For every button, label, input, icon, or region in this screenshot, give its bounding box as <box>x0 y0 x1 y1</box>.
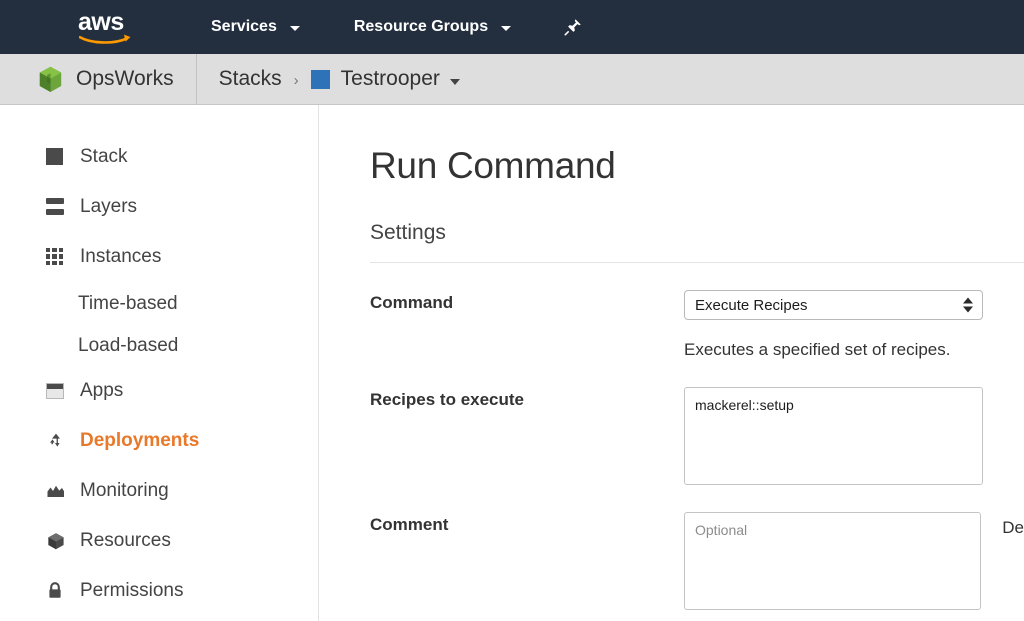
chevron-down-icon[interactable] <box>449 79 460 85</box>
sidebar-item-time-based[interactable]: Time-based <box>0 291 318 317</box>
command-select-value: Execute Recipes <box>695 296 808 314</box>
sidebar-item-resources[interactable]: Resources <box>0 525 318 556</box>
breadcrumb-item-stack-name[interactable]: Testrooper <box>341 67 440 91</box>
breadcrumb-opsworks-home[interactable]: OpsWorks <box>0 53 197 105</box>
sidebar-item-permissions-label: Permissions <box>80 579 184 601</box>
pushpin-glyph <box>564 19 581 36</box>
form-row-recipes: Recipes to execute mackerel::setup <box>370 387 1024 485</box>
mountain-glyph <box>47 485 64 497</box>
sidebar-item-monitoring[interactable]: Monitoring <box>0 475 318 506</box>
stack-color-swatch <box>310 69 330 89</box>
page-title: Run Command <box>370 145 616 186</box>
sidebar-item-layers[interactable]: Layers <box>0 191 318 222</box>
main-content: Run Command Settings Command Execute Rec… <box>319 105 1024 621</box>
command-description: Executes a specified set of recipes. <box>684 340 951 359</box>
breadcrumb-item-stacks[interactable]: Stacks <box>219 67 282 91</box>
chevron-down-icon <box>501 25 512 31</box>
sidebar-item-apps-label: Apps <box>80 379 124 401</box>
page-body: Stack Layers Instances Time-based Load-b… <box>0 105 1024 621</box>
sidebar-item-permissions[interactable]: Permissions <box>0 575 318 606</box>
comment-side-note: De <box>1002 518 1024 537</box>
branch-icon <box>46 430 68 452</box>
nav-item-resource-groups[interactable]: Resource Groups <box>343 0 522 54</box>
nav-item-services[interactable]: Services <box>200 0 311 54</box>
sidebar-item-load-based-label: Load-based <box>78 335 179 356</box>
nav-item-services-label: Services <box>211 18 277 35</box>
top-navigation-bar: aws Services Resource Groups <box>0 0 1024 54</box>
recipes-textarea[interactable]: mackerel::setup <box>684 387 983 485</box>
sidebar-navigation: Stack Layers Instances Time-based Load-b… <box>0 105 319 621</box>
mountain-chart-icon <box>46 480 68 502</box>
layers-icon <box>46 196 68 218</box>
settings-section-heading: Settings <box>370 221 1024 263</box>
comment-label: Comment <box>370 515 449 534</box>
sidebar-item-monitoring-label: Monitoring <box>80 479 169 501</box>
sidebar-item-layers-label: Layers <box>80 195 138 217</box>
stepper-arrows-icon <box>963 297 973 313</box>
pushpin-icon[interactable] <box>560 14 586 40</box>
sidebar-item-deployments[interactable]: Deployments <box>0 425 318 456</box>
recipes-label: Recipes to execute <box>370 390 525 409</box>
sidebar-item-apps[interactable]: Apps <box>0 375 318 406</box>
opsworks-icon <box>39 66 62 92</box>
form-row-command: Command Execute Recipes Executes a speci… <box>370 290 1024 360</box>
sidebar-item-load-based[interactable]: Load-based <box>0 333 318 359</box>
breadcrumb-opsworks-label: OpsWorks <box>76 67 174 90</box>
aws-logo-wordmark: aws <box>78 8 124 36</box>
nav-item-resource-groups-label: Resource Groups <box>353 18 489 35</box>
sidebar-item-stack[interactable]: Stack <box>0 141 318 172</box>
lock-icon <box>46 580 68 602</box>
sidebar-item-instances[interactable]: Instances <box>0 241 318 272</box>
breadcrumb-separator-icon: › <box>293 71 299 89</box>
breadcrumb-trail: Stacks › Testrooper <box>197 67 460 91</box>
form-row-comment: Comment Optional De <box>370 512 1024 610</box>
branch-glyph <box>50 433 60 447</box>
cube-glyph <box>48 532 64 549</box>
sidebar-item-resources-label: Resources <box>80 529 171 551</box>
square-icon <box>46 146 68 168</box>
command-select[interactable]: Execute Recipes <box>684 290 983 320</box>
cube-icon <box>46 530 68 552</box>
grid-icon <box>46 246 68 268</box>
aws-logo[interactable]: aws <box>78 10 138 44</box>
sidebar-item-time-based-label: Time-based <box>78 293 178 314</box>
breadcrumb-bar: OpsWorks Stacks › Testrooper <box>0 53 1024 105</box>
comment-textarea[interactable]: Optional <box>684 512 982 610</box>
command-label: Command <box>370 293 454 312</box>
sidebar-item-instances-label: Instances <box>80 245 162 267</box>
sidebar-item-stack-label: Stack <box>80 145 128 167</box>
aws-logo-smile-icon <box>79 34 131 44</box>
chevron-down-icon <box>289 25 300 31</box>
sidebar-item-deployments-label: Deployments <box>80 429 200 451</box>
window-icon <box>46 380 68 402</box>
lock-glyph <box>49 581 61 598</box>
